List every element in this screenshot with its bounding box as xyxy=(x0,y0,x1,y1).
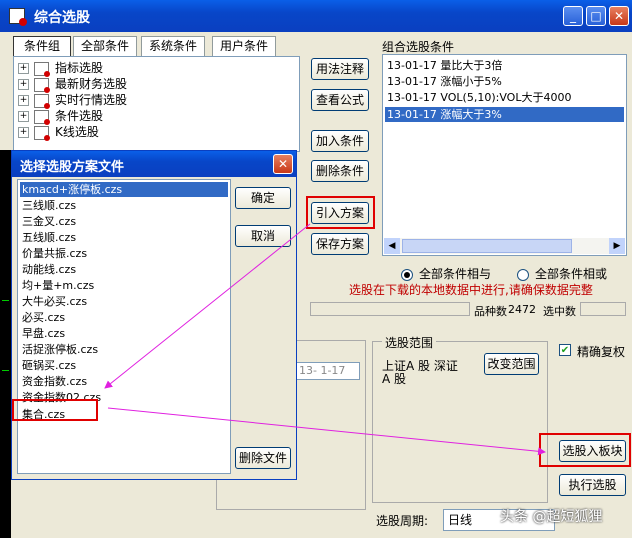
annotation-arrows xyxy=(104,223,546,456)
arrow-file-to-block xyxy=(107,407,546,456)
arrow-import-to-file xyxy=(104,223,311,389)
